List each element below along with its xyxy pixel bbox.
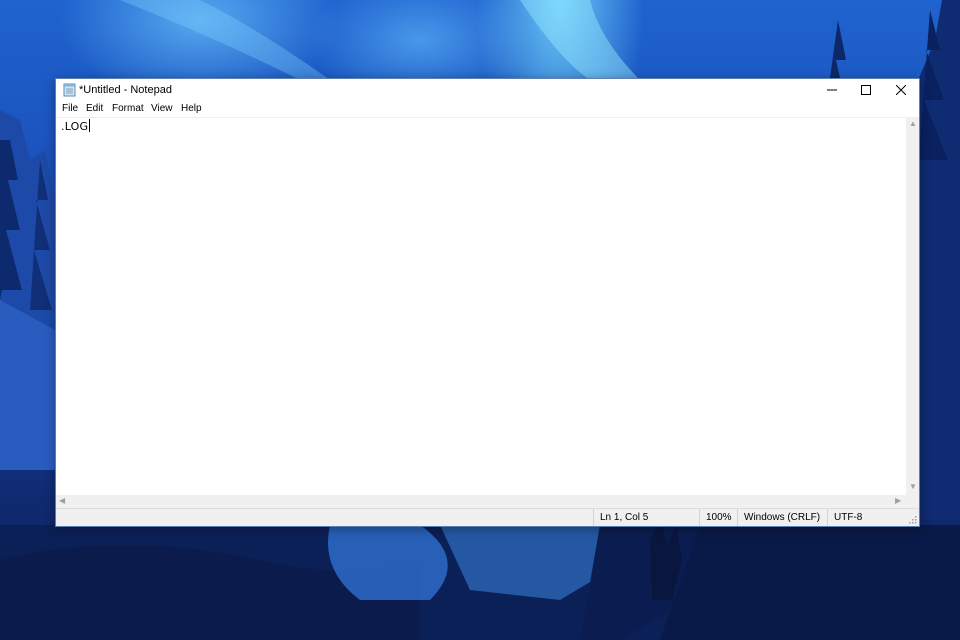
status-position: Ln 1, Col 5: [593, 509, 699, 526]
menu-format[interactable]: Format: [112, 103, 144, 114]
minimize-button[interactable]: [815, 79, 849, 101]
text-editor[interactable]: .LOG: [56, 117, 906, 496]
title-bar[interactable]: *Untitled - Notepad: [56, 79, 919, 101]
status-encoding: UTF-8: [827, 509, 919, 526]
text-caret: [89, 119, 90, 132]
vertical-scrollbar[interactable]: ▲ ▼: [906, 117, 919, 495]
close-button[interactable]: [884, 79, 918, 101]
menu-help[interactable]: Help: [181, 103, 202, 114]
horizontal-scrollbar[interactable]: ◀ ▶: [56, 495, 906, 508]
menu-bar: File Edit Format View Help: [56, 101, 919, 117]
scrollbar-corner: [906, 495, 919, 508]
editor-content[interactable]: .LOG: [61, 120, 88, 133]
notepad-icon: [63, 83, 76, 97]
close-icon: [896, 85, 906, 95]
status-bar: Ln 1, Col 5 100% Windows (CRLF) UTF-8: [56, 508, 919, 526]
scroll-left-icon[interactable]: ◀: [59, 497, 65, 505]
menu-edit[interactable]: Edit: [86, 103, 103, 114]
scroll-up-icon[interactable]: ▲: [909, 120, 917, 128]
notepad-window: *Untitled - Notepad File Edit Format Vie…: [55, 78, 920, 527]
status-zoom: 100%: [699, 509, 737, 526]
scroll-down-icon[interactable]: ▼: [909, 483, 917, 491]
window-title: *Untitled - Notepad: [79, 84, 172, 96]
scroll-right-icon[interactable]: ▶: [895, 497, 901, 505]
status-line-ending: Windows (CRLF): [737, 509, 827, 526]
menu-view[interactable]: View: [151, 103, 173, 114]
maximize-icon: [861, 85, 871, 95]
menu-file[interactable]: File: [62, 103, 78, 114]
maximize-button[interactable]: [849, 79, 883, 101]
minimize-icon: [827, 89, 837, 91]
resize-grip-icon[interactable]: [909, 516, 917, 524]
